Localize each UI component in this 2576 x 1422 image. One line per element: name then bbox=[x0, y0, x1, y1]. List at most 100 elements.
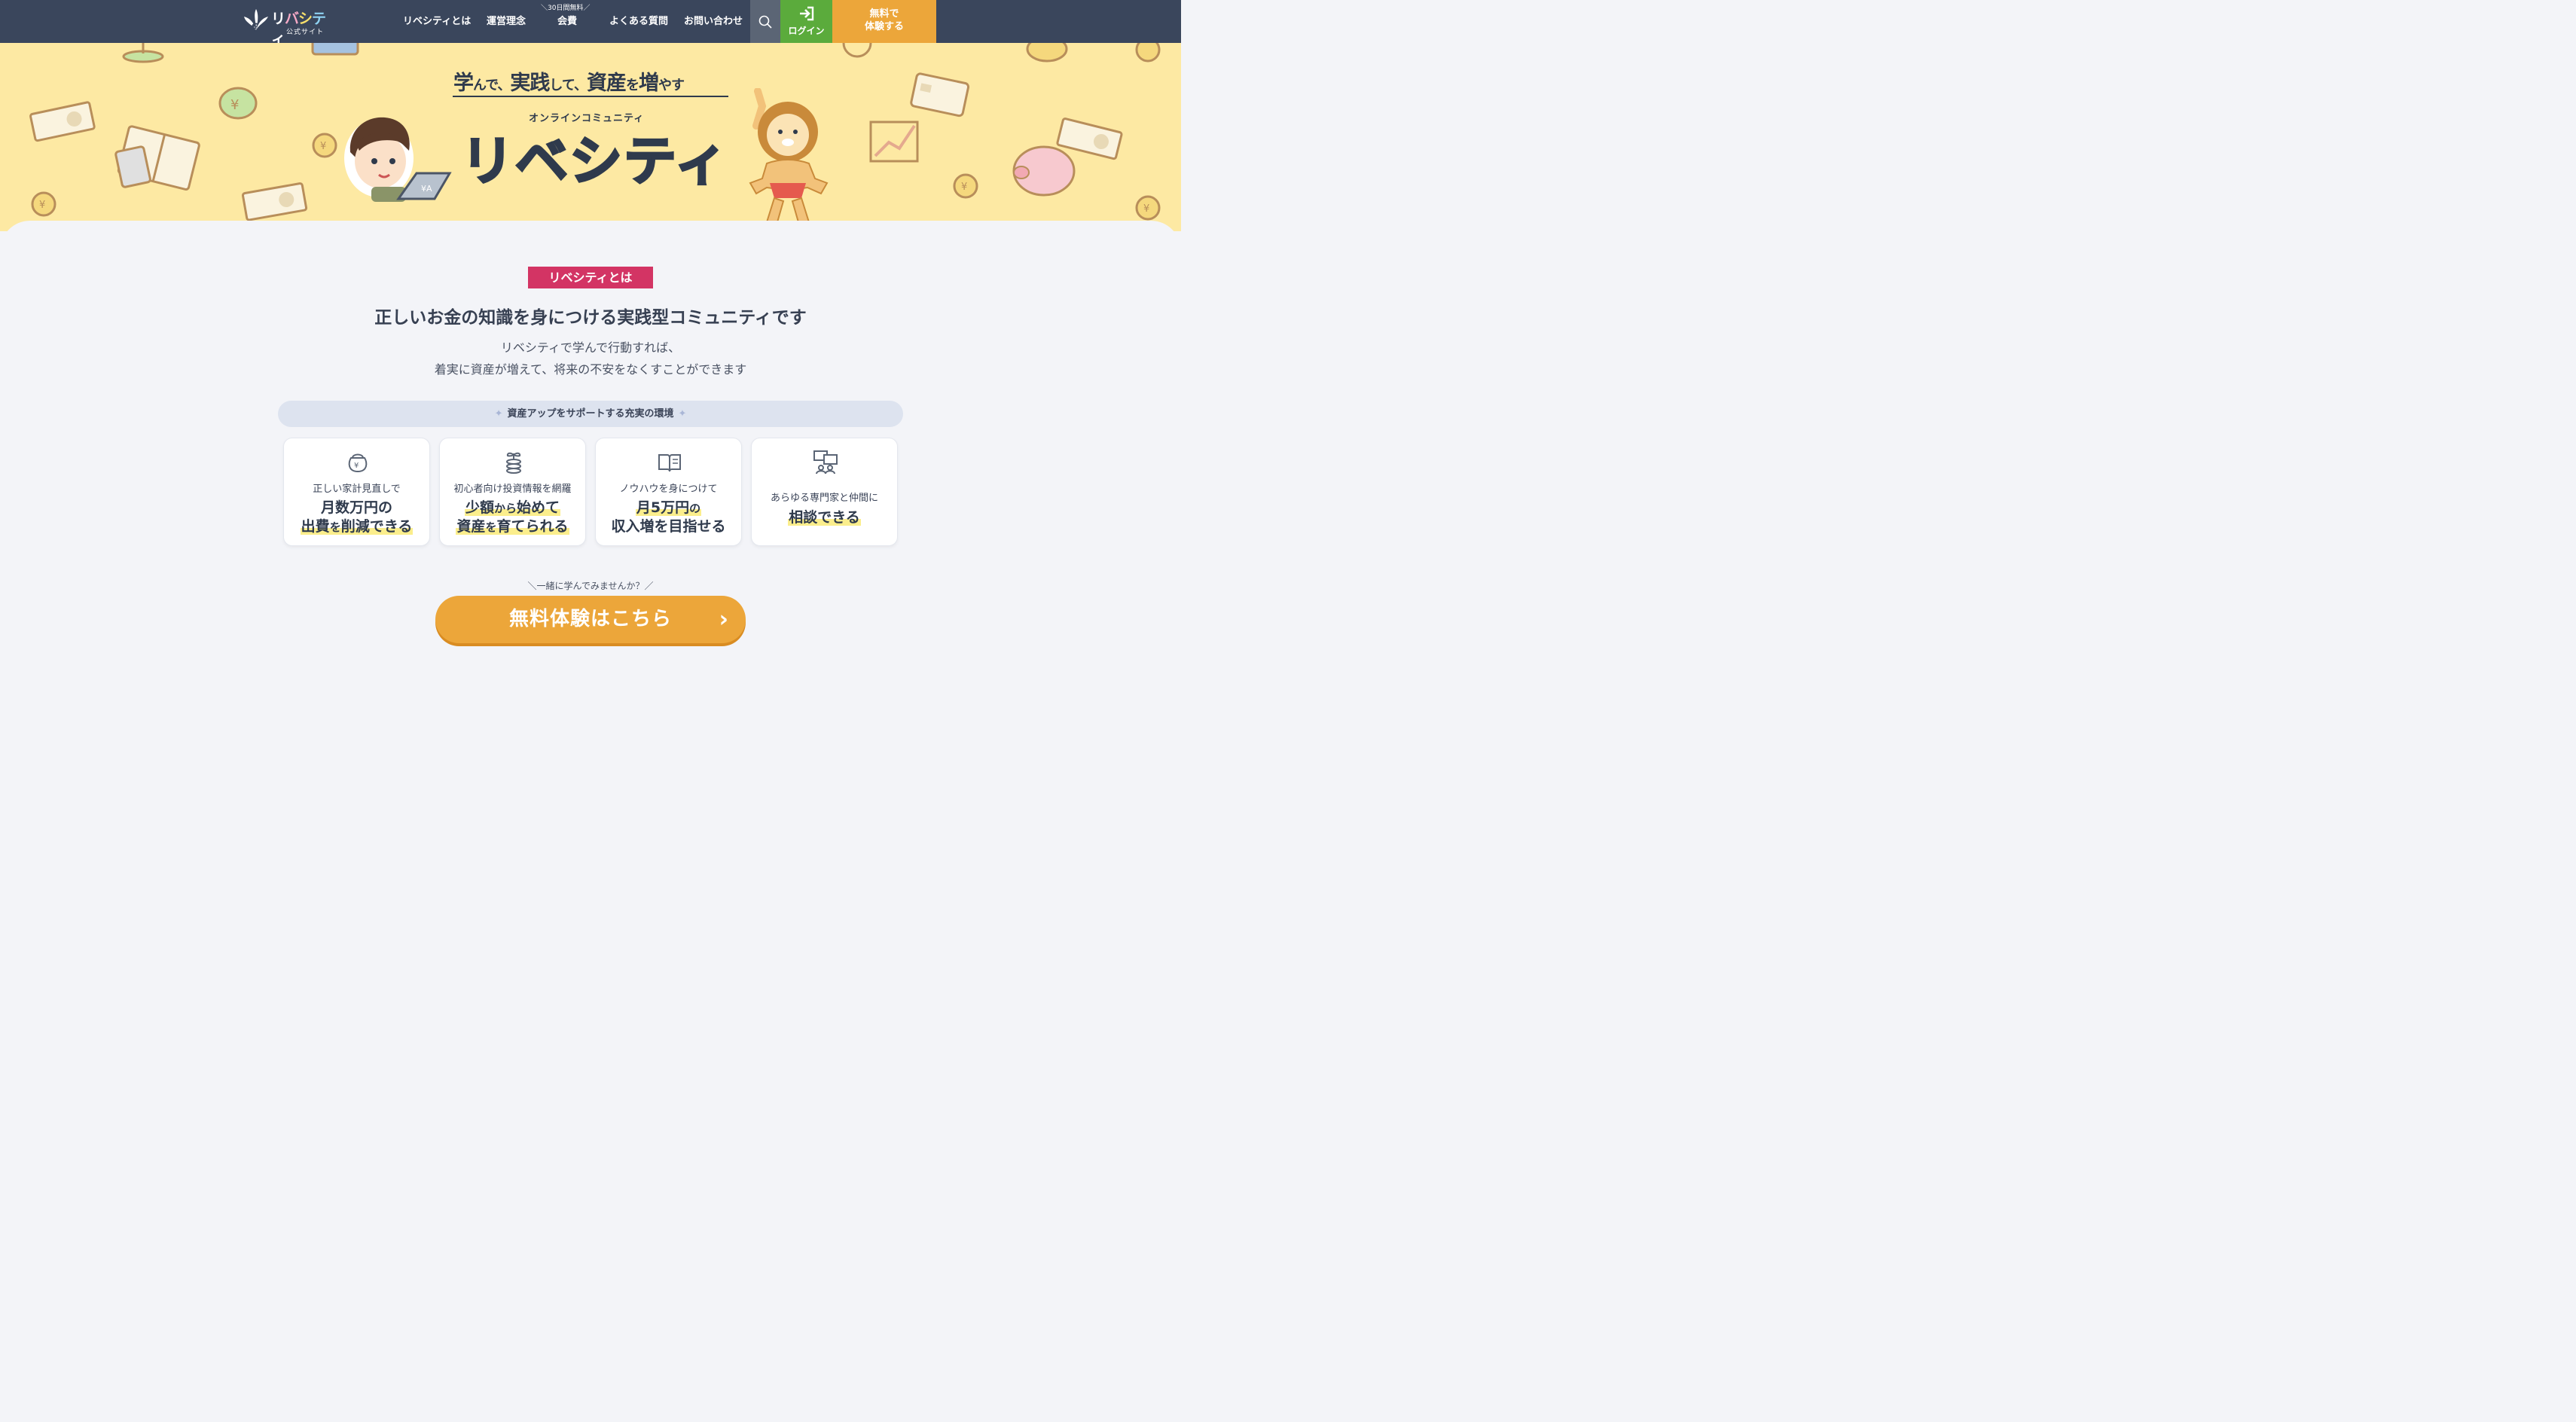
nav-fee[interactable]: 会費 bbox=[557, 13, 577, 27]
coins-sprout-icon bbox=[506, 452, 521, 474]
bag-icon bbox=[1026, 43, 1068, 63]
svg-text:¥: ¥ bbox=[961, 182, 967, 193]
sparkle-icon: ✦ bbox=[494, 408, 503, 420]
svg-text:¥: ¥ bbox=[1143, 203, 1149, 215]
coin-icon: ¥ bbox=[312, 133, 337, 158]
card-highlight-part: 始めて bbox=[517, 499, 560, 516]
card-highlight-line2: 収入増を目指せる bbox=[611, 518, 726, 535]
leaf-logo-icon: € bbox=[244, 9, 268, 33]
logo-char: テ bbox=[312, 11, 326, 27]
search-button[interactable] bbox=[750, 0, 780, 43]
tagline-part: 実践 bbox=[510, 72, 550, 95]
card-highlight-part: 育てられる bbox=[496, 518, 569, 535]
card-highlight-part: 相談できる bbox=[788, 509, 861, 526]
trial-line1: 無料で bbox=[869, 8, 899, 20]
wallet-icon: ¥ bbox=[348, 453, 368, 473]
tagline-part: 資産 bbox=[586, 72, 627, 95]
cta-label: 無料体験はこちら bbox=[508, 608, 672, 630]
card-highlight-part: 月5万円 bbox=[636, 499, 690, 516]
calculator-icon bbox=[114, 145, 151, 188]
feature-card-investment: 初心者向け投資情報を網羅 少額から始めて 資産を育てられる bbox=[439, 438, 586, 546]
environment-heading: 資産アップをサポートする充実の環境 bbox=[507, 408, 674, 420]
card-highlight-part: 出費 bbox=[301, 518, 330, 535]
card-highlight-line1: 少額から始めて bbox=[440, 498, 585, 518]
about-description-line2: 着実に資産が増えて、将来の不安をなくすことができます bbox=[434, 362, 747, 377]
banknote-icon bbox=[29, 101, 96, 142]
coin-icon bbox=[842, 43, 872, 58]
svg-text:¥: ¥ bbox=[354, 462, 359, 470]
tagline-underline bbox=[453, 96, 728, 97]
about-headline: 正しいお金の知識を身につける実践型コミュニティです bbox=[374, 308, 807, 328]
tagline-part: して、 bbox=[549, 78, 588, 93]
tagline-part: 学 bbox=[453, 72, 474, 95]
tagline-part: 増 bbox=[638, 72, 659, 95]
free-trial-button[interactable]: 無料で 体験する bbox=[832, 0, 936, 43]
banknote-icon bbox=[241, 182, 308, 221]
nav-about[interactable]: リベシティとは bbox=[403, 13, 471, 27]
man-with-laptop-illustration: ¥A bbox=[344, 117, 452, 202]
card-caption: 初心者向け投資情報を網羅 bbox=[453, 484, 572, 495]
login-button[interactable]: ログイン bbox=[780, 0, 832, 43]
laptop-icon bbox=[311, 43, 359, 56]
trial-line2: 体験する bbox=[864, 21, 904, 32]
svg-text:€: € bbox=[250, 20, 259, 33]
banknote-icon bbox=[1056, 117, 1123, 160]
card-caption: あらゆる専門家と仲間に bbox=[770, 493, 878, 504]
search-icon bbox=[758, 15, 772, 29]
about-description-line1: リベシティで学んで行動すれば、 bbox=[500, 340, 681, 355]
card-caption: ノウハウを身につけて bbox=[619, 484, 718, 495]
purse-icon: ¥ bbox=[218, 87, 258, 120]
coin-icon: ¥ bbox=[1135, 195, 1161, 221]
credit-card-icon bbox=[910, 72, 970, 117]
coin-icon bbox=[1135, 43, 1161, 63]
nav-contact[interactable]: お問い合わせ bbox=[684, 13, 743, 27]
svg-text:¥A: ¥A bbox=[421, 184, 432, 194]
logo-subtitle: 公式サイト bbox=[286, 29, 325, 36]
logo-char: シ bbox=[298, 11, 313, 27]
cta-note: ＼一緒に学んでみませんか？／ bbox=[527, 581, 654, 591]
card-highlight-part: の bbox=[689, 502, 701, 515]
logo-char: バ bbox=[285, 11, 299, 27]
hero-title: リベシティ bbox=[460, 130, 729, 194]
card-highlight-line2: 出費を削減できる bbox=[284, 517, 429, 537]
card-highlight-part: 資産 bbox=[456, 518, 486, 535]
nav-philosophy[interactable]: 運営理念 bbox=[487, 13, 526, 27]
coin-icon: ¥ bbox=[953, 173, 978, 199]
login-label: ログイン bbox=[788, 26, 825, 36]
environment-heading-bar: ✦ 資産アップをサポートする充実の環境 ✦ bbox=[278, 401, 903, 427]
card-highlight-line1: 相談できる bbox=[752, 508, 897, 527]
card-highlight-part: を bbox=[485, 520, 497, 534]
hero-banner: ¥ ¥ ¥ ¥ ¥ ¥A 学んで、実践して、資産を増やす オンラインコミュニティ… bbox=[0, 43, 1181, 231]
nav-faq[interactable]: よくある質問 bbox=[609, 13, 668, 27]
svg-text:¥: ¥ bbox=[230, 97, 239, 113]
login-icon bbox=[800, 6, 814, 21]
tagline-part: やす bbox=[658, 78, 685, 93]
tagline-part: んで、 bbox=[473, 78, 511, 93]
logo-char: リ bbox=[271, 11, 285, 27]
card-highlight-part: 少額 bbox=[465, 499, 494, 516]
card-highlight-part: 削減できる bbox=[340, 518, 413, 535]
sparkle-icon: ✦ bbox=[678, 408, 687, 420]
fee-free-badge: ＼30日間無料／ bbox=[541, 5, 591, 12]
card-highlight-part: から bbox=[493, 502, 517, 515]
coin-icon: ¥ bbox=[31, 191, 56, 217]
site-logo[interactable]: € リバシティ 公式サイト bbox=[243, 6, 333, 47]
about-section-badge: リベシティとは bbox=[528, 267, 653, 288]
card-highlight-line1: 月数万円の bbox=[320, 499, 392, 516]
card-highlight-part: を bbox=[329, 520, 341, 534]
free-trial-cta-button[interactable]: 無料体験はこちら › bbox=[435, 596, 746, 643]
feature-card-consult: あらゆる専門家と仲間に 相談できる bbox=[751, 438, 898, 546]
book-icon bbox=[658, 454, 681, 472]
piggy-bank-icon bbox=[1012, 145, 1076, 197]
hero-tagline: 学んで、実践して、資産を増やす bbox=[453, 66, 728, 96]
svg-text:¥: ¥ bbox=[320, 141, 326, 152]
site-header: € リバシティ 公式サイト リベシティとは 運営理念 ＼30日間無料／ 会費 よ… bbox=[0, 0, 1181, 47]
svg-text:¥: ¥ bbox=[39, 200, 45, 211]
card-highlight-line1: 月5万円の bbox=[596, 498, 741, 518]
chevron-right-icon: › bbox=[719, 606, 729, 633]
card-caption: 正しい家計見直しで bbox=[313, 484, 401, 495]
money-tree-icon bbox=[122, 43, 164, 63]
card-highlight-line2: 資産を育てられる bbox=[440, 517, 585, 537]
growth-chart-icon bbox=[869, 121, 919, 163]
feature-card-budget: ¥ 正しい家計見直しで 月数万円の 出費を削減できる bbox=[283, 438, 430, 546]
